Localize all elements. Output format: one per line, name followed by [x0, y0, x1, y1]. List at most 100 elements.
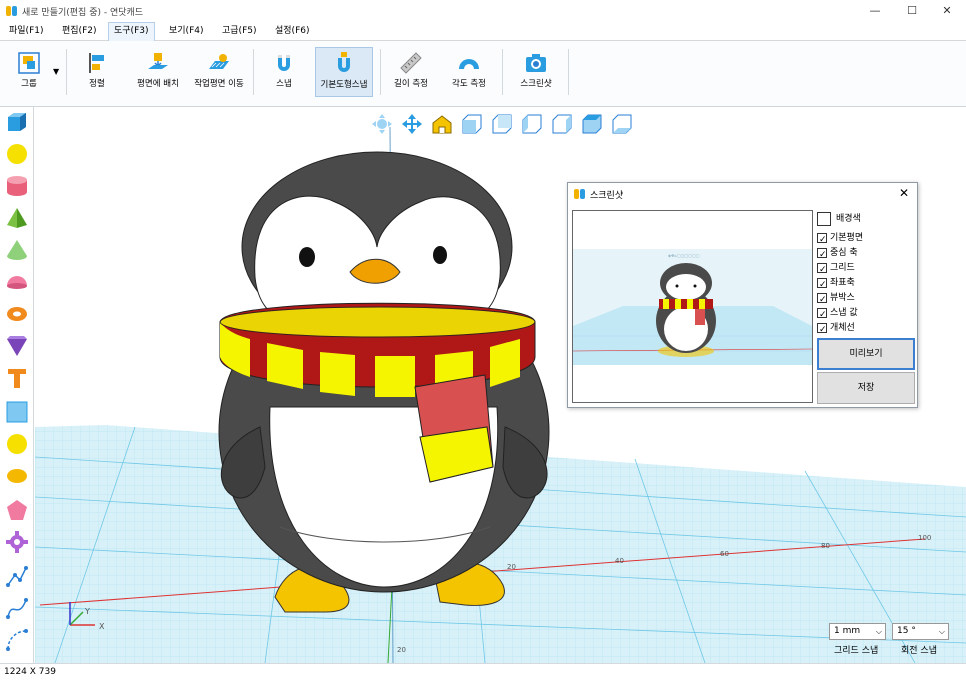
- depth-label: 20: [397, 646, 406, 654]
- ellipse-button[interactable]: [4, 463, 30, 489]
- pentagon-button[interactable]: [4, 497, 30, 523]
- circle-button[interactable]: [4, 431, 30, 457]
- base-plane-checkbox[interactable]: ✓: [817, 233, 827, 245]
- place-on-plane-button[interactable]: 평면에 배치: [130, 47, 186, 97]
- menu-edit[interactable]: 편집(F2): [57, 22, 102, 41]
- spline-button[interactable]: [4, 595, 30, 621]
- square-button[interactable]: [4, 399, 30, 425]
- coordinate-axis-label: 좌표축: [830, 278, 855, 288]
- wedge-button[interactable]: [4, 333, 30, 359]
- cylinder-button[interactable]: [4, 173, 30, 199]
- arc-button[interactable]: [4, 627, 30, 653]
- close-window-button[interactable]: ✕: [930, 0, 964, 22]
- object-lines-label: 개체선: [830, 323, 855, 333]
- menu-file[interactable]: 파일(F1): [4, 22, 49, 41]
- shape-snap-label: 기본도형스냅: [320, 80, 368, 90]
- ruler-label-60: 60: [720, 550, 729, 558]
- shape-snap-icon: [338, 52, 350, 72]
- cube-button[interactable]: [4, 109, 30, 135]
- top-view-button[interactable]: [581, 113, 605, 137]
- grid-snap-select[interactable]: 1 mm ⌵: [829, 623, 886, 640]
- object-lines-checkbox[interactable]: ✓: [817, 323, 827, 335]
- hemisphere-button[interactable]: [4, 269, 30, 295]
- arc-icon: [6, 629, 28, 651]
- status-bar: 1224 X 739: [0, 663, 966, 680]
- grid-checkbox[interactable]: ✓: [817, 263, 827, 275]
- pan-button[interactable]: [401, 113, 425, 137]
- polyline-icon: [6, 566, 28, 587]
- rotate-snap-select[interactable]: 15 ° ⌵: [892, 623, 949, 640]
- home-view-button[interactable]: [431, 113, 455, 137]
- torus-button[interactable]: [4, 301, 30, 327]
- grid-snap-value: 1 mm: [834, 626, 861, 636]
- measure-angle-label: 각도 측정: [452, 79, 486, 89]
- penguin-model[interactable]: [218, 151, 550, 613]
- snap-label: 스냅: [276, 79, 292, 89]
- dialog-close-button[interactable]: ✕: [897, 186, 911, 200]
- app-window: 새로 만들기(편집 중) - 연닷캐드 — ☐ ✕ 파일(F1) 편집(F2) …: [0, 0, 966, 680]
- measure-angle-button[interactable]: 각도 측정: [446, 47, 492, 97]
- sphere-icon: [7, 144, 27, 164]
- polyline-button[interactable]: [4, 563, 30, 589]
- screenshot-button[interactable]: 스크린샷: [512, 47, 560, 97]
- minimize-button[interactable]: —: [858, 0, 892, 22]
- viewbox-label: 뷰박스: [830, 293, 855, 303]
- circle-icon: [7, 434, 27, 454]
- pyramid-button[interactable]: [4, 205, 30, 231]
- snap-button[interactable]: 스냅: [264, 47, 304, 97]
- move-workplane-icon: [209, 54, 229, 69]
- left-view-icon: [522, 114, 542, 134]
- gear-icon: [6, 531, 28, 553]
- left-view-button[interactable]: [521, 113, 545, 137]
- text-icon: [8, 369, 26, 388]
- cone-button[interactable]: [4, 237, 30, 263]
- right-view-button[interactable]: [551, 113, 575, 137]
- back-view-button[interactable]: [491, 113, 515, 137]
- ellipse-icon: [7, 469, 27, 483]
- group-button[interactable]: 그룹: [8, 47, 50, 97]
- place-on-plane-icon: [148, 53, 168, 69]
- sphere-button[interactable]: [4, 141, 30, 167]
- chevron-down-icon: ⌵: [875, 627, 882, 636]
- text-button[interactable]: [4, 365, 30, 391]
- back-view-icon: [492, 114, 512, 134]
- grid-label: 그리드: [830, 263, 855, 273]
- group-dropdown-icon[interactable]: ▼: [53, 67, 59, 76]
- center-axis-checkbox[interactable]: ✓: [817, 248, 827, 260]
- menu-tools[interactable]: 도구(F3): [108, 22, 155, 41]
- maximize-button[interactable]: ☐: [895, 0, 929, 22]
- center-axis-label: 중심 축: [830, 248, 858, 258]
- screenshot-preview: ◈✥⌂▢▢▢▢▢▢: [572, 210, 813, 403]
- dialog-title-bar[interactable]: 스크린샷 ✕: [568, 183, 917, 205]
- menu-advanced[interactable]: 고급(F5): [217, 22, 262, 41]
- snap-value-checkbox[interactable]: ✓: [817, 308, 827, 320]
- cube-icon: [8, 113, 26, 131]
- align-icon: [89, 53, 104, 73]
- shape-snap-button[interactable]: 기본도형스냅: [315, 47, 373, 97]
- coordinate-axis-checkbox[interactable]: ✓: [817, 278, 827, 290]
- measure-length-button[interactable]: 길이 측정: [388, 47, 434, 97]
- preview-button[interactable]: 미리보기: [817, 338, 915, 370]
- background-color-checkbox[interactable]: [817, 212, 831, 226]
- chevron-down-icon: ⌵: [938, 627, 945, 636]
- viewbox-checkbox[interactable]: ✓: [817, 293, 827, 305]
- bottom-view-button[interactable]: [611, 113, 635, 137]
- place-on-plane-label: 평면에 배치: [137, 79, 179, 89]
- orbit-icon: [372, 114, 392, 134]
- spline-icon: [6, 598, 28, 619]
- y-axis-label: Y: [84, 607, 90, 616]
- menu-settings[interactable]: 설정(F6): [270, 22, 315, 41]
- orbit-button[interactable]: [371, 113, 395, 137]
- bottom-view-icon: [612, 114, 632, 134]
- camera-icon: [526, 54, 546, 72]
- menu-view[interactable]: 보기(F4): [164, 22, 209, 41]
- dialog-title: 스크린샷: [590, 191, 624, 201]
- app-logo-icon: [6, 5, 18, 20]
- front-view-icon: [462, 114, 482, 134]
- magnet-icon: [278, 55, 290, 71]
- gear-button[interactable]: [4, 529, 30, 555]
- align-button[interactable]: 정렬: [74, 47, 120, 97]
- move-workplane-button[interactable]: 작업평면 이동: [190, 47, 248, 97]
- save-button[interactable]: 저장: [817, 372, 915, 404]
- front-view-button[interactable]: [461, 113, 485, 137]
